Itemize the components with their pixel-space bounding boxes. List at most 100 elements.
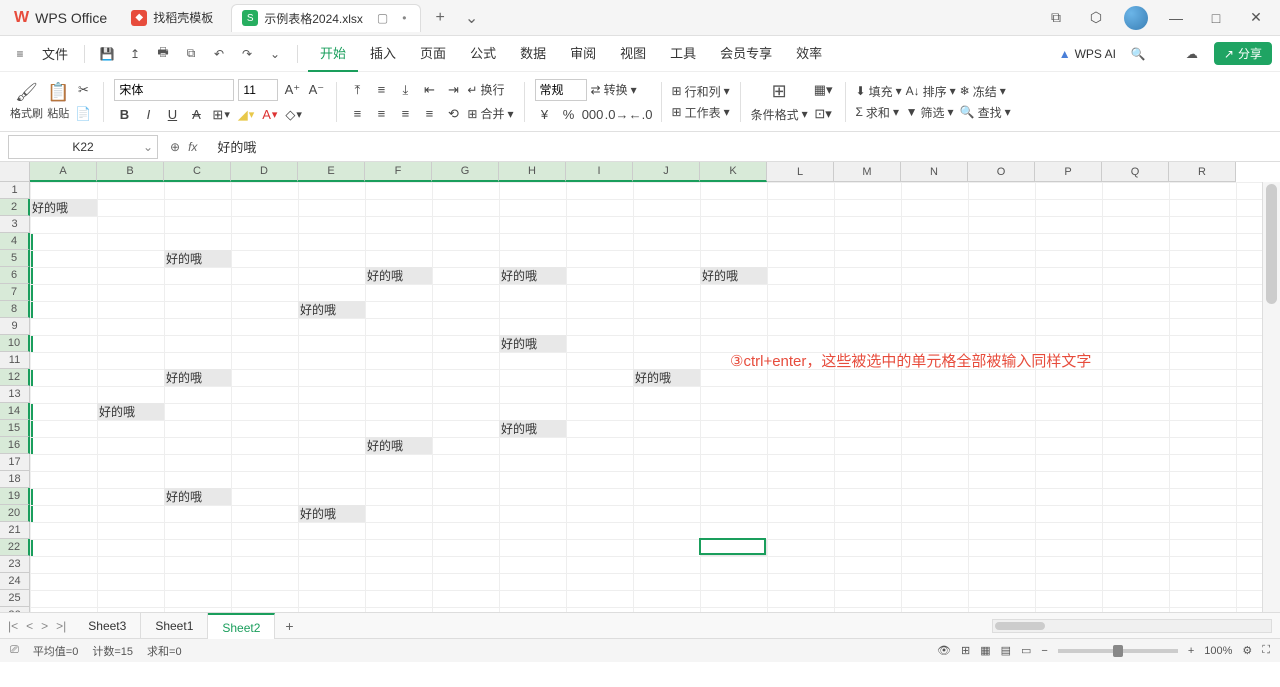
next-sheet-icon[interactable]: > <box>41 619 48 633</box>
menu-tab-开始[interactable]: 开始 <box>308 36 358 72</box>
table-icon[interactable]: ⊞ <box>772 81 787 102</box>
find-button[interactable]: 🔍 查找 ▾ <box>960 104 1011 121</box>
chevron-down-icon[interactable]: ⌄ <box>143 140 153 154</box>
increase-indent-icon[interactable]: ⇥ <box>443 80 463 100</box>
underline-button[interactable]: U <box>162 105 182 125</box>
column-header[interactable]: O <box>968 162 1035 182</box>
filter-button[interactable]: ▼ 筛选 ▾ <box>906 104 956 121</box>
row-header[interactable]: 8 <box>0 301 30 318</box>
menu-tab-视图[interactable]: 视图 <box>608 36 658 72</box>
row-header[interactable]: 22 <box>0 539 30 556</box>
column-header[interactable]: M <box>834 162 901 182</box>
cell-styles-icon[interactable]: ▦▾ <box>812 80 835 100</box>
column-header[interactable]: A <box>30 162 97 182</box>
row-header[interactable]: 2 <box>0 199 30 216</box>
align-center-icon[interactable]: ≡ <box>371 104 391 124</box>
sheet-tab[interactable]: Sheet2 <box>208 613 275 639</box>
decrease-indent-icon[interactable]: ⇤ <box>419 80 439 100</box>
cell[interactable]: 好的哦 <box>499 267 566 284</box>
grid-view-icon[interactable]: ⊞ <box>961 644 970 657</box>
column-header[interactable]: L <box>767 162 834 182</box>
row-header[interactable]: 26 <box>0 607 30 612</box>
row-header[interactable]: 9 <box>0 318 30 335</box>
row-header[interactable]: 4 <box>0 233 30 250</box>
tab-pin-icon[interactable]: ▢ <box>377 11 388 25</box>
cell[interactable]: 好的哦 <box>298 301 365 318</box>
row-header[interactable]: 25 <box>0 590 30 607</box>
cond-format-button[interactable]: 条件格式 ▾ <box>751 106 808 123</box>
multi-window-icon[interactable]: ⧉ <box>1044 9 1068 26</box>
align-right-icon[interactable]: ≡ <box>395 104 415 124</box>
cell[interactable]: 好的哦 <box>499 420 566 437</box>
cloud-icon[interactable]: ☁ <box>1180 42 1204 66</box>
number-format-select[interactable] <box>535 79 587 101</box>
menu-tab-数据[interactable]: 数据 <box>508 36 558 72</box>
row-header[interactable]: 20 <box>0 505 30 522</box>
cube-icon[interactable]: ⬡ <box>1084 9 1108 26</box>
cell[interactable]: 好的哦 <box>633 369 700 386</box>
scrollbar-thumb[interactable] <box>995 622 1045 630</box>
row-header[interactable]: 6 <box>0 267 30 284</box>
row-header[interactable]: 12 <box>0 369 30 386</box>
freeze-button[interactable]: ❄ 冻结 ▾ <box>960 83 1011 100</box>
percent-icon[interactable]: % <box>559 105 579 125</box>
scrollbar-thumb[interactable] <box>1266 184 1277 304</box>
close-button[interactable]: ✕ <box>1244 9 1268 26</box>
decrease-decimal-icon[interactable]: ←.0 <box>631 105 651 125</box>
column-header[interactable]: P <box>1035 162 1102 182</box>
menu-tab-插入[interactable]: 插入 <box>358 36 408 72</box>
eye-icon[interactable]: 👁 <box>937 644 951 657</box>
row-header[interactable]: 21 <box>0 522 30 539</box>
last-sheet-icon[interactable]: >| <box>56 619 66 633</box>
column-header[interactable]: D <box>231 162 298 182</box>
first-sheet-icon[interactable]: |< <box>8 619 18 633</box>
add-sheet-button[interactable]: + <box>275 618 303 634</box>
cell[interactable]: 好的哦 <box>700 267 767 284</box>
copy-icon[interactable]: 📄 <box>73 104 93 124</box>
menu-tab-工具[interactable]: 工具 <box>658 36 708 72</box>
font-color-button[interactable]: A▾ <box>260 105 279 125</box>
save-icon[interactable]: 💾 <box>95 42 119 66</box>
column-header[interactable]: C <box>164 162 231 182</box>
zoom-level[interactable]: 100% <box>1204 645 1232 657</box>
sheet-tab[interactable]: Sheet1 <box>141 613 208 639</box>
cell[interactable]: 好的哦 <box>164 369 231 386</box>
prev-sheet-icon[interactable]: < <box>26 619 33 633</box>
formula-input[interactable]: 好的哦 <box>209 137 1280 156</box>
cancel-icon[interactable]: ⊕ <box>170 140 180 154</box>
share-button[interactable]: ↗ 分享 <box>1214 42 1272 65</box>
spreadsheet-grid[interactable]: ABCDEFGHIJKLMNOPQR 123456789101112131415… <box>0 162 1280 612</box>
tab-current-file[interactable]: S 示例表格2024.xlsx ▢ • <box>231 4 421 32</box>
page-view-icon[interactable]: ▤ <box>1001 644 1011 657</box>
cell[interactable]: 好的哦 <box>365 267 432 284</box>
reading-view-icon[interactable]: ▭ <box>1021 644 1031 657</box>
merge-button[interactable]: ⊞ 合并 ▾ <box>467 105 513 122</box>
hamburger-icon[interactable]: ≡ <box>8 42 32 66</box>
wrap-text-button[interactable]: ↵ 换行 <box>467 81 504 98</box>
column-header[interactable]: I <box>566 162 633 182</box>
row-header[interactable]: 3 <box>0 216 30 233</box>
increase-font-icon[interactable]: A⁺ <box>282 80 302 100</box>
table-styles-icon[interactable]: ⊡▾ <box>812 104 835 124</box>
row-header[interactable]: 13 <box>0 386 30 403</box>
undo-icon[interactable]: ↶ <box>207 42 231 66</box>
row-header[interactable]: 10 <box>0 335 30 352</box>
increase-decimal-icon[interactable]: .0→ <box>607 105 627 125</box>
align-middle-icon[interactable]: ≡ <box>371 80 391 100</box>
fill-button[interactable]: ⬇ 填充 ▾ <box>856 83 902 100</box>
row-header[interactable]: 7 <box>0 284 30 301</box>
cell[interactable]: 好的哦 <box>499 335 566 352</box>
column-header[interactable]: N <box>901 162 968 182</box>
column-header[interactable]: G <box>432 162 499 182</box>
menu-tab-页面[interactable]: 页面 <box>408 36 458 72</box>
tab-dot-icon[interactable]: • <box>402 11 406 25</box>
row-header[interactable]: 16 <box>0 437 30 454</box>
row-header[interactable]: 17 <box>0 454 30 471</box>
new-tab-button[interactable]: + <box>425 9 454 27</box>
fx-icon[interactable]: fx <box>188 140 197 154</box>
dropdown-icon[interactable]: ⌄ <box>263 42 287 66</box>
column-header[interactable]: Q <box>1102 162 1169 182</box>
wps-ai-button[interactable]: ▲ WPS AI <box>1059 47 1116 61</box>
strikethrough-button[interactable]: A <box>186 105 206 125</box>
border-button[interactable]: ⊞▾ <box>210 105 231 125</box>
